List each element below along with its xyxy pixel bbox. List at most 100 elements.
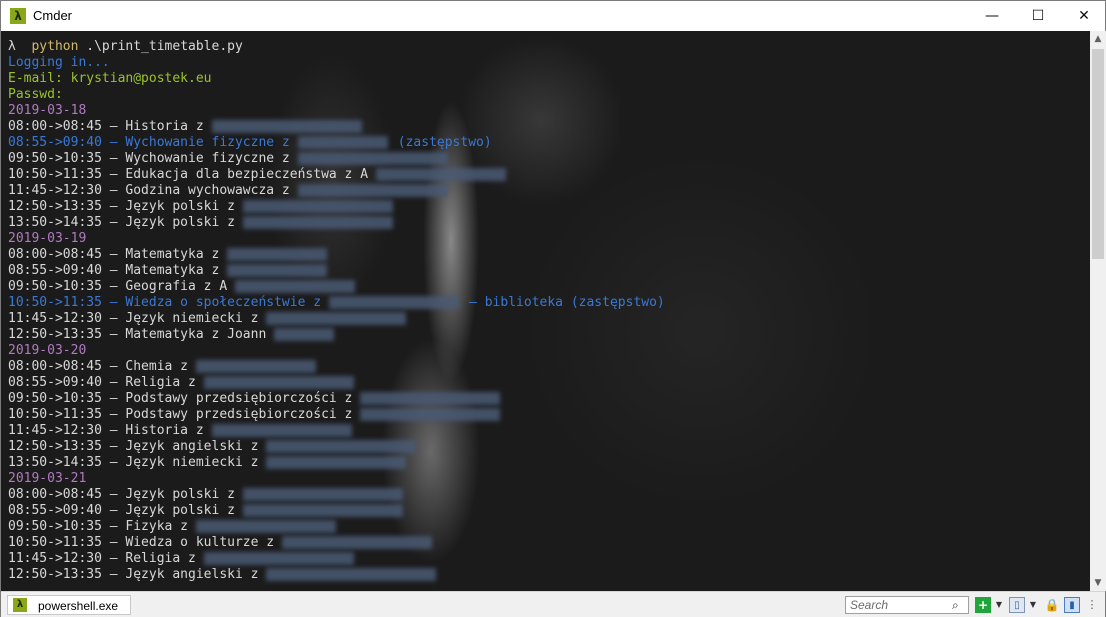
terminal-line: 11:45->12:30 – Język niemiecki z — [8, 311, 665, 327]
terminal-line: Logging in... — [8, 55, 665, 71]
new-console-icon[interactable]: + — [975, 597, 991, 613]
minimize-button[interactable]: — — [969, 1, 1015, 31]
terminal-text: 2019-03-21 — [8, 471, 87, 486]
redacted-teacher-name — [274, 328, 335, 341]
terminal-text: 2019-03-19 — [8, 231, 87, 246]
scrollbar-thumb[interactable] — [1092, 49, 1104, 259]
terminal-text: 08:00->08:45 – Język polski z — [8, 487, 235, 502]
redacted-teacher-name — [211, 120, 362, 133]
terminal-console[interactable]: λ python .\print_timetable.py Logging in.… — [1, 31, 1090, 591]
terminal-line: 12:50->13:35 – Matematyka z Joann — [8, 327, 665, 343]
terminal-text: 11:45->12:30 – Religia z — [8, 551, 196, 566]
terminal-line: 2019-03-19 — [8, 231, 665, 247]
terminal-text: 09:50->10:35 – Fizyka z — [8, 519, 189, 534]
cmder-tab-icon: λ — [13, 598, 27, 612]
redacted-teacher-name — [297, 152, 448, 165]
terminal-text: 12:50->13:35 – Język polski z — [8, 199, 235, 214]
terminal-text: 2019-03-18 — [8, 103, 87, 118]
terminal-text: 10:50->11:35 – Wiedza o kulturze z — [8, 535, 275, 550]
title-bar[interactable]: λ Cmder — ☐ ✕ — [1, 1, 1105, 31]
redacted-teacher-name — [242, 504, 403, 517]
terminal-line: 08:55->09:40 – Wychowanie fizyczne z (zas… — [8, 135, 665, 151]
terminal-text: 09:50->10:35 – Wychowanie fizyczne z — [8, 151, 290, 166]
redacted-teacher-name — [266, 456, 407, 469]
terminal-text: 10:50->11:35 – Podstawy przedsiębiorczoś… — [8, 407, 353, 422]
terminal-line: 10:50->11:35 – Wiedza o społeczeństwie z… — [8, 295, 665, 311]
redacted-teacher-name — [329, 296, 460, 309]
status-bar: λ powershell.exe Search ⌕ + ▼ ▯ ▼ 🔒 ▮ ⋮ — [1, 591, 1105, 617]
terminal-text: (zastępstwo) — [397, 135, 492, 150]
terminal-text: λ — [8, 39, 24, 54]
redacted-teacher-name — [242, 216, 393, 229]
terminal-text: 10:50->11:35 – Edukacja dla bezpieczeńst… — [8, 167, 369, 182]
redacted-teacher-name — [196, 520, 337, 533]
cmder-window: λ Cmder — ☐ ✕ λ python .\print_timetable… — [0, 0, 1106, 617]
redacted-teacher-name — [360, 392, 501, 405]
terminal-text: Logging in... — [8, 55, 110, 70]
window-title: Cmder — [33, 8, 73, 23]
redacted-teacher-name — [203, 376, 354, 389]
search-input[interactable]: Search ⌕ — [845, 596, 969, 614]
search-icon[interactable]: ⌕ — [952, 598, 966, 612]
terminal-line: Passwd: — [8, 87, 665, 103]
terminal-text: 09:50->10:35 – Geografia z A — [8, 279, 228, 294]
redacted-teacher-name — [376, 168, 507, 181]
terminal-text: 08:00->08:45 – Historia z — [8, 119, 204, 134]
terminal-line: 08:55->09:40 – Religia z — [8, 375, 665, 391]
terminal-line: 2019-03-20 — [8, 343, 665, 359]
panel-menu-icon[interactable]: ⋮ — [1084, 597, 1100, 613]
terminal-text: 2019-03-20 — [8, 343, 87, 358]
terminal-line: 10:50->11:35 – Wiedza o kulturze z — [8, 535, 665, 551]
terminal-text: .\print_timetable.py — [86, 39, 243, 54]
redacted-teacher-name — [297, 184, 448, 197]
terminal-line: 11:45->12:30 – Godzina wychowawcza z — [8, 183, 665, 199]
terminal-text: 11:45->12:30 – Język niemiecki z — [8, 311, 259, 326]
terminal-line: 13:50->14:35 – Język polski z — [8, 215, 665, 231]
redacted-teacher-name — [196, 360, 317, 373]
vertical-scrollbar[interactable]: ▲ ▼ — [1090, 31, 1106, 591]
terminal-line: 12:50->13:35 – Język angielski z — [8, 439, 665, 455]
redacted-teacher-name — [297, 136, 388, 149]
cmder-logo-icon[interactable]: λ — [10, 8, 26, 24]
terminal-line: 2019-03-18 — [8, 103, 665, 119]
lock-icon[interactable]: 🔒 — [1044, 597, 1060, 613]
redacted-teacher-name — [235, 280, 356, 293]
terminal-line: 11:45->12:30 – Historia z — [8, 423, 665, 439]
terminal-text: 08:55->09:40 – Matematyka z — [8, 263, 220, 278]
terminal-text: 08:00->08:45 – Chemia z — [8, 359, 189, 374]
split-view-icon[interactable]: ▯ — [1009, 597, 1025, 613]
scroll-up-arrow-icon[interactable]: ▲ — [1090, 31, 1106, 47]
terminal-line: 12:50->13:35 – Język polski z — [8, 199, 665, 215]
redacted-teacher-name — [266, 440, 417, 453]
terminal-text: 11:45->12:30 – Historia z — [8, 423, 204, 438]
new-console-dropdown-icon[interactable]: ▼ — [991, 597, 1007, 613]
terminal-line: 10:50->11:35 – Podstawy przedsiębiorczoś… — [8, 407, 665, 423]
scroll-down-arrow-icon[interactable]: ▼ — [1090, 575, 1106, 591]
close-button[interactable]: ✕ — [1061, 1, 1106, 31]
terminal-line: 2019-03-21 — [8, 471, 665, 487]
terminal-line: 11:45->12:30 – Religia z — [8, 551, 665, 567]
redacted-teacher-name — [282, 536, 433, 549]
redacted-teacher-name — [211, 424, 352, 437]
terminal-line: 08:55->09:40 – Matematyka z — [8, 263, 665, 279]
terminal-text: 12:50->13:35 – Język angielski z — [8, 567, 259, 582]
terminal-text: python — [23, 39, 87, 54]
redacted-teacher-name — [360, 408, 501, 421]
redacted-teacher-name — [242, 488, 403, 501]
terminal-line: 08:00->08:45 – Chemia z — [8, 359, 665, 375]
terminal-line: 09:50->10:35 – Podstawy przedsiębiorczoś… — [8, 391, 665, 407]
split-dropdown-icon[interactable]: ▼ — [1025, 597, 1041, 613]
maximize-button[interactable]: ☐ — [1015, 1, 1061, 31]
redacted-teacher-name — [227, 248, 328, 261]
terminal-line: 09:50->10:35 – Fizyka z — [8, 519, 665, 535]
terminal-text: 13:50->14:35 – Język polski z — [8, 215, 235, 230]
buffer-mode-icon[interactable]: ▮ — [1064, 597, 1080, 613]
terminal-text: 12:50->13:35 – Język angielski z — [8, 439, 259, 454]
terminal-text: 08:55->09:40 – Religia z — [8, 375, 196, 390]
terminal-line: E-mail: krystian@postek.eu — [8, 71, 665, 87]
terminal-text: 12:50->13:35 – Matematyka z Joann — [8, 327, 267, 342]
terminal-text: 13:50->14:35 – Język niemiecki z — [8, 455, 259, 470]
console-tab[interactable]: λ powershell.exe — [7, 595, 131, 615]
redacted-teacher-name — [203, 552, 354, 565]
terminal-line: 12:50->13:35 – Język angielski z — [8, 567, 665, 583]
